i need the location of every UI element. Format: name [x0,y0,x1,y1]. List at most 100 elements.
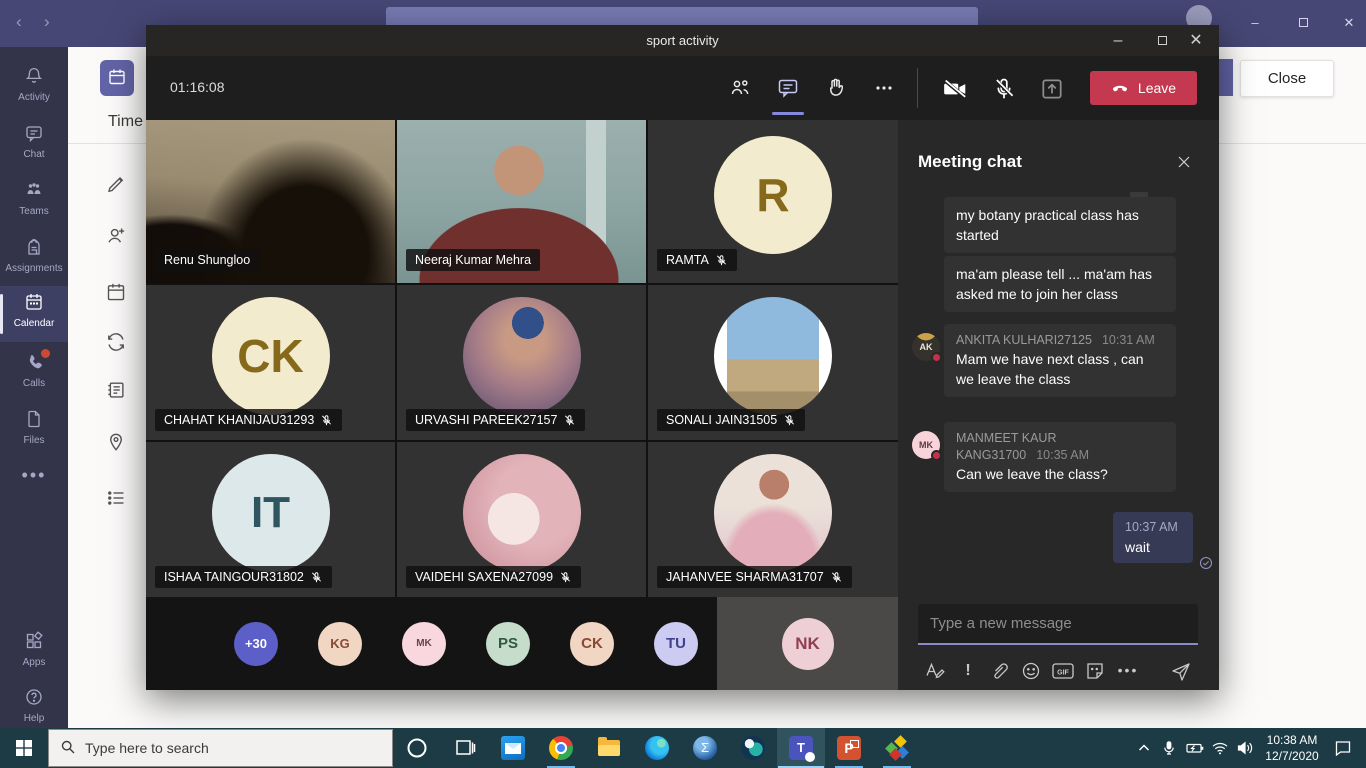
avatar[interactable]: AK [912,333,940,361]
taskbar-app-spss[interactable]: Σ [681,728,729,768]
tray-wifi-icon[interactable] [1211,740,1229,756]
share-screen-button[interactable] [1037,76,1067,102]
close-page-button[interactable]: Close [1240,60,1334,97]
camera-toggle-button[interactable] [940,76,970,102]
emoji-button[interactable] [1020,660,1044,684]
mic-toggle-button[interactable] [989,76,1019,102]
rail-item-assignments[interactable]: Assignments [0,231,68,283]
tray-show-hidden-button[interactable] [1136,740,1154,756]
participant-tile[interactable]: R RAMTA [648,120,898,283]
taskbar-app-orb[interactable] [729,728,777,768]
ellipsis-icon [872,76,896,100]
chat-message-input[interactable] [918,604,1198,645]
cortana-button[interactable] [393,728,441,768]
meeting-minimize-button[interactable]: – [1096,25,1140,56]
taskbar-app-file-explorer[interactable] [585,728,633,768]
taskbar-app-chrome[interactable] [537,728,585,768]
participant-name-tag: RAMTA [657,249,737,271]
attach-button[interactable] [988,660,1012,684]
chat-message-self[interactable]: 10:37 AM wait [1113,512,1193,563]
chat-close-button[interactable] [1176,154,1196,174]
leave-button[interactable]: Leave [1090,71,1197,105]
participant-tile[interactable]: NK [717,597,898,690]
camera-off-icon [942,76,968,102]
partially-hidden-button[interactable] [1219,59,1233,96]
edit-tool-button[interactable] [106,172,128,194]
avatar-photo [463,454,581,572]
participant-tile[interactable]: JAHANVEE SHARMA31707 [648,442,898,597]
rail-item-help[interactable]: Help [0,681,68,733]
participant-name-tag: ISHAA TAINGOUR31802 [155,566,332,588]
sticker-button[interactable] [1084,660,1108,684]
more-actions-button[interactable] [869,76,899,102]
compose-more-button[interactable]: ••• [1116,660,1140,684]
chat-message[interactable]: ma'am please tell ... ma'am has asked me… [944,256,1176,312]
avatar[interactable]: CK [570,622,614,666]
taskbar-app-mail[interactable] [489,728,537,768]
format-button[interactable] [924,660,948,684]
checklist-button[interactable] [106,488,128,510]
main-close-button[interactable]: ✕ [1338,14,1360,32]
chat-message[interactable]: ANKITA KULHARI2712510:31 AM Mam we have … [944,324,1176,397]
show-participants-button[interactable] [725,76,755,102]
notes-button[interactable] [106,380,128,402]
main-minimize-button[interactable]: – [1244,14,1266,32]
start-button[interactable] [0,728,48,768]
meeting-titlebar[interactable]: sport activity – ✕ [146,25,1219,56]
rail-item-teams[interactable]: Teams [0,174,68,226]
participant-name-tag: URVASHI PAREEK27157 [406,409,585,431]
participant-tile[interactable]: Renu Shungloo [146,120,395,283]
participant-tile[interactable]: URVASHI PAREEK27157 [397,285,646,440]
avatar[interactable]: PS [486,622,530,666]
rail-item-apps[interactable]: Apps [0,625,68,677]
taskbar-app-powerpoint[interactable]: P [825,728,873,768]
avatar-photo [714,297,832,415]
taskbar-app-teams[interactable]: T [777,728,825,768]
chat-message[interactable]: MANMEET KAUR KANG3170010:35 AM Can we le… [944,422,1176,492]
rail-item-calendar[interactable]: Calendar [0,286,68,342]
nav-back-icon[interactable]: ‹ [16,12,22,32]
show-chat-button[interactable] [773,76,803,102]
sync-button[interactable] [106,332,128,354]
location-pin-icon [106,432,126,452]
notes-icon [106,380,126,400]
rail-item-chat[interactable]: Chat [0,117,68,169]
rail-item-activity[interactable]: Activity [0,60,68,112]
task-view-button[interactable] [441,728,489,768]
windows-logo-icon [16,740,32,756]
meeting-timer: 01:16:08 [170,79,225,95]
calendar-app-button[interactable] [100,60,134,96]
participant-tile[interactable]: SONALI JAIN31505 [648,285,898,440]
avatar[interactable]: TU [654,622,698,666]
nav-forward-icon[interactable]: › [44,12,50,32]
tray-battery-icon[interactable] [1185,740,1203,756]
importance-button[interactable]: ! [956,660,980,684]
participant-tile[interactable]: IT ISHAA TAINGOUR31802 [146,442,395,597]
avatar[interactable]: MK [402,622,446,666]
tray-volume-icon[interactable] [1236,740,1254,756]
tray-mic-icon[interactable] [1161,740,1179,756]
avatar[interactable]: MK [912,431,940,459]
participant-tile[interactable]: Neeraj Kumar Mehra [397,120,646,283]
add-person-button[interactable] [106,226,128,248]
send-button[interactable] [1170,660,1194,684]
gif-button[interactable]: GIF [1051,660,1075,684]
taskbar-search-input[interactable] [48,729,393,767]
chat-message[interactable]: my botany practical class has started [944,197,1176,253]
taskbar-app-cubes[interactable] [873,728,921,768]
rail-item-calls[interactable]: Calls [0,346,68,398]
meeting-close-button[interactable]: ✕ [1174,25,1218,56]
rail-item-files[interactable]: Files [0,403,68,455]
participant-tile[interactable]: CK CHAHAT KHANIJAU31293 [146,285,395,440]
more-participants-badge[interactable]: +30 [234,622,278,666]
location-button[interactable] [106,432,128,454]
avatar[interactable]: KG [318,622,362,666]
taskbar-clock[interactable]: 10:38 AM 12/7/2020 [1256,732,1328,764]
taskbar-app-edge[interactable] [633,728,681,768]
raise-hand-button[interactable] [821,76,851,102]
main-maximize-button[interactable] [1292,14,1314,32]
action-center-button[interactable] [1334,739,1352,762]
rail-item-more[interactable]: ••• [0,455,68,495]
participant-tile[interactable]: VAIDEHI SAXENA27099 [397,442,646,597]
calendar-tool-button[interactable] [106,282,128,304]
